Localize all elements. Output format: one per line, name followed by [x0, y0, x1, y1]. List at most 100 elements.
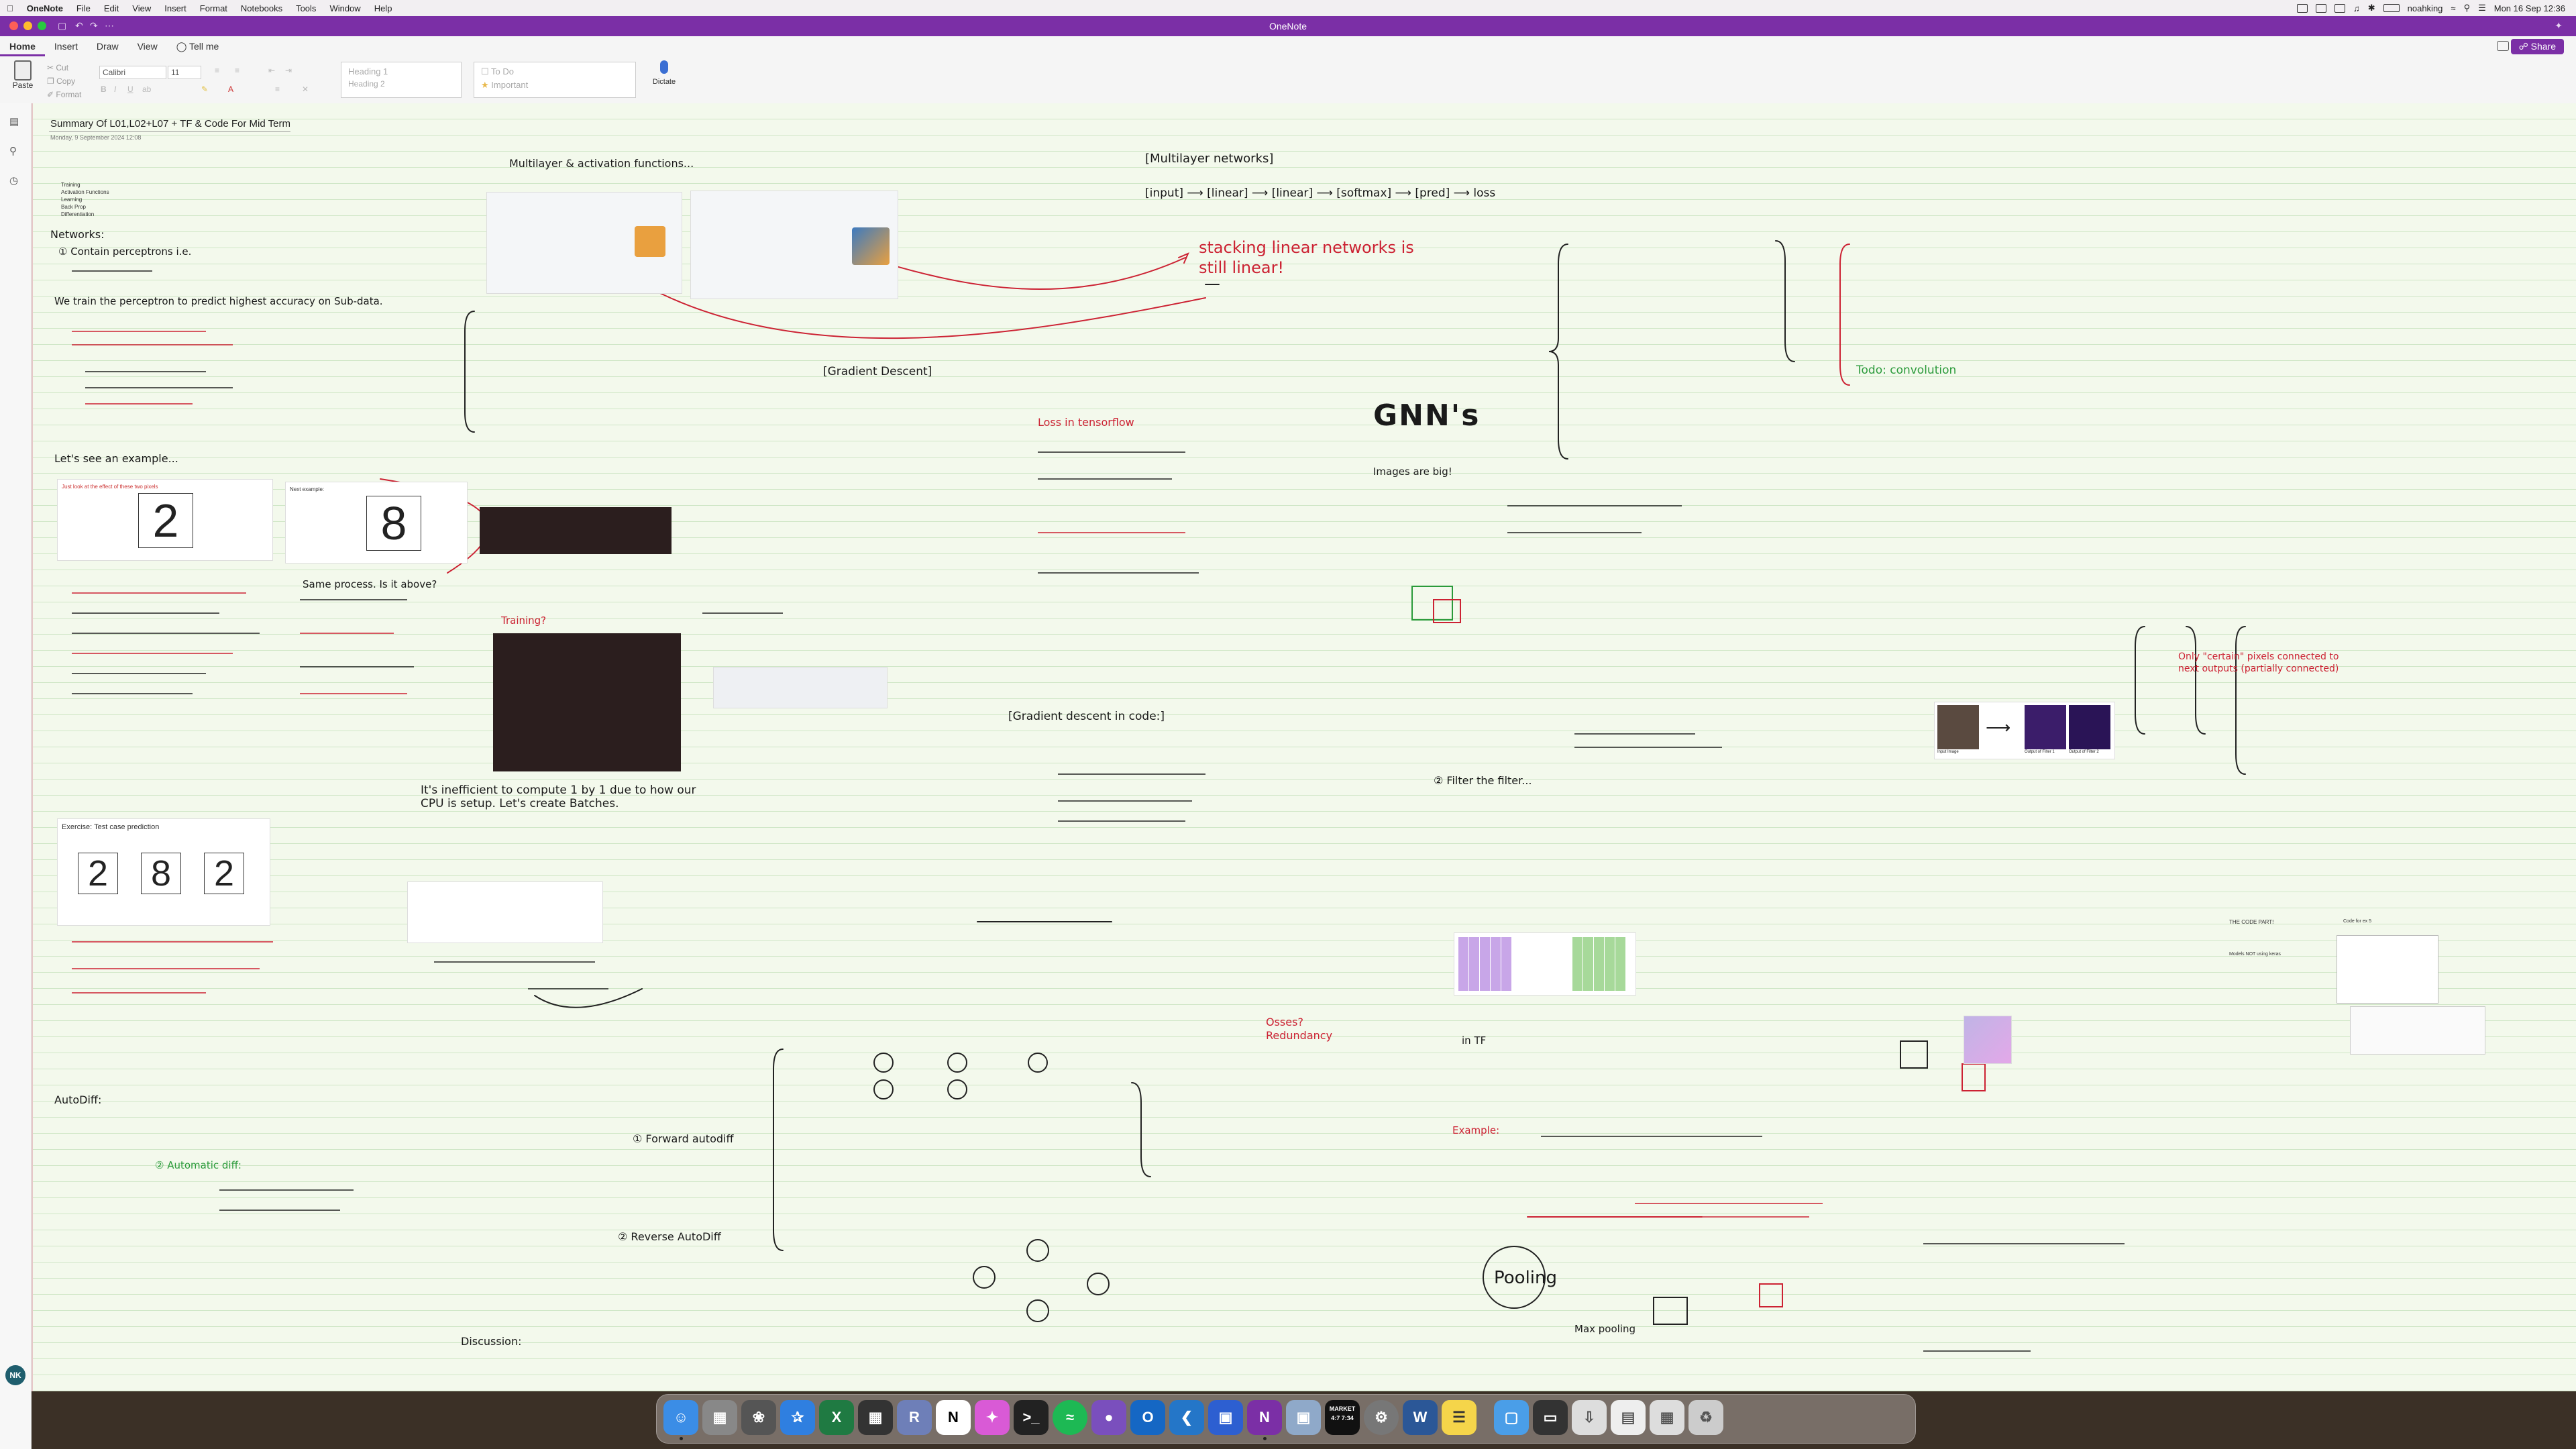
copy-button[interactable]: ❐ Copy	[47, 76, 75, 86]
tab-draw[interactable]: Draw	[87, 36, 128, 56]
user-name[interactable]: noahking	[2408, 3, 2443, 13]
menu-view[interactable]: View	[125, 3, 158, 13]
menu-notebooks[interactable]: Notebooks	[234, 3, 289, 13]
tab-view[interactable]: View	[128, 36, 167, 56]
status-icon-3[interactable]	[2334, 3, 2345, 13]
dock-rider[interactable]: R	[897, 1400, 932, 1435]
dock-github[interactable]: ●	[1091, 1400, 1126, 1435]
dock-vscode[interactable]: ❮	[1169, 1400, 1204, 1435]
cut-button[interactable]: ✂ Cut	[47, 63, 68, 72]
font-name-select[interactable]: Calibri	[99, 66, 166, 79]
battery-icon[interactable]	[2383, 4, 2400, 12]
dock-notes[interactable]: ☰	[1442, 1400, 1477, 1435]
exercise-image-card[interactable]: Exercise: Test case prediction 2 8 2	[57, 818, 270, 926]
indent-icon[interactable]: ⇥	[285, 66, 292, 75]
italic-button[interactable]: I	[114, 85, 116, 94]
dock-grid[interactable]: ▦	[858, 1400, 893, 1435]
outdent-icon[interactable]: ⇤	[268, 66, 275, 75]
control-center-icon[interactable]: ☰	[2478, 3, 2486, 13]
dock-craft[interactable]: ✦	[975, 1400, 1010, 1435]
code-notes-section[interactable]: THE CODE PART! Models NOT using keras Co…	[2229, 919, 2551, 1281]
dock-excel[interactable]: X	[819, 1400, 854, 1435]
filter-diagram[interactable]	[1964, 1016, 2012, 1064]
tag-important[interactable]: ★ Important	[474, 80, 635, 91]
comments-icon[interactable]	[2497, 41, 2509, 51]
style-heading1[interactable]: Heading 1	[341, 66, 461, 76]
bluetooth-icon[interactable]: ✱	[2368, 3, 2375, 13]
terminal-screenshot[interactable]	[480, 507, 672, 554]
recent-icon[interactable]: ◷	[9, 174, 20, 186]
font-size-select[interactable]: 11	[168, 66, 201, 79]
menubar-clock[interactable]: Mon 16 Sep 12:36	[2494, 3, 2565, 13]
underline-button[interactable]: U	[127, 85, 133, 94]
tags-gallery[interactable]: ☐ To Do ★ Important	[474, 62, 636, 98]
code-screenshot[interactable]	[713, 667, 888, 708]
assistant-icon[interactable]: ✦	[2555, 20, 2563, 32]
apple-menu-icon[interactable]: 	[0, 3, 20, 13]
tab-home[interactable]: Home	[0, 36, 45, 56]
bold-button[interactable]: B	[101, 85, 107, 94]
tell-me-search[interactable]: ◯ Tell me	[167, 36, 229, 56]
headphones-icon[interactable]: ♫	[2353, 3, 2360, 13]
dock-docs[interactable]: ▤	[1611, 1400, 1646, 1435]
dock-launchpad[interactable]: ▦	[702, 1400, 737, 1435]
search-pages-icon[interactable]: ⚲	[9, 145, 20, 157]
playground-screenshot[interactable]	[690, 191, 898, 299]
dock-chatgpt[interactable]: ❀	[741, 1400, 776, 1435]
menu-insert[interactable]: Insert	[158, 3, 193, 13]
dock-files[interactable]: ▢	[1494, 1400, 1529, 1435]
dock-spotify[interactable]: ≈	[1053, 1400, 1087, 1435]
font-color-icon[interactable]: A	[228, 85, 233, 94]
share-button[interactable]: ☍ Share	[2510, 39, 2564, 54]
dock-safari[interactable]: ✰	[780, 1400, 815, 1435]
dock-preview[interactable]: ▣	[1286, 1400, 1321, 1435]
dock-settings[interactable]: ⚙	[1364, 1400, 1399, 1435]
menu-format[interactable]: Format	[193, 3, 234, 13]
example-image-card[interactable]: Just look at the effect of these two pix…	[57, 479, 273, 561]
dictate-button[interactable]: Dictate	[649, 60, 679, 86]
playground-screenshot[interactable]	[486, 192, 682, 294]
tab-insert[interactable]: Insert	[45, 36, 87, 56]
dock-finder[interactable]: ☺	[663, 1400, 698, 1435]
menu-edit[interactable]: Edit	[97, 3, 125, 13]
status-icon-2[interactable]	[2315, 3, 2326, 13]
avatar[interactable]: NK	[5, 1365, 25, 1385]
clear-format-icon[interactable]: ✕	[302, 85, 309, 94]
paste-button[interactable]: Paste	[9, 60, 36, 90]
status-icon-1[interactable]	[2296, 3, 2308, 13]
menu-help[interactable]: Help	[368, 3, 399, 13]
dock-outlook[interactable]: O	[1130, 1400, 1165, 1435]
align-icon[interactable]: ≡	[275, 85, 280, 94]
stride-diagram[interactable]	[1454, 932, 1636, 996]
dock-bitwarden[interactable]: ▣	[1208, 1400, 1243, 1435]
terminal-screenshot[interactable]	[493, 633, 681, 771]
dock-downloads[interactable]: ⇩	[1572, 1400, 1607, 1435]
format-painter-button[interactable]: ✐ Format	[47, 90, 81, 99]
dock-trash[interactable]: ♻	[1688, 1400, 1723, 1435]
bullets-icon[interactable]: ≡	[215, 66, 219, 75]
dock-screen[interactable]: ▭	[1533, 1400, 1568, 1435]
menu-file[interactable]: File	[70, 3, 97, 13]
notebooks-icon[interactable]: ▤	[9, 115, 20, 127]
dock-onenote[interactable]: N	[1247, 1400, 1282, 1435]
menu-window[interactable]: Window	[323, 3, 367, 13]
dock-window[interactable]: ▦	[1650, 1400, 1684, 1435]
table-screenshot[interactable]	[407, 881, 603, 943]
highlight-icon[interactable]: ✎	[201, 85, 208, 94]
strikethrough-button[interactable]: ab	[142, 85, 151, 94]
wifi-icon[interactable]: ≈	[2451, 3, 2455, 13]
style-heading2[interactable]: Heading 2	[341, 79, 461, 89]
dock-clock-widget[interactable]: MARKET 4:7 7:34	[1325, 1400, 1360, 1435]
dock-word[interactable]: W	[1403, 1400, 1438, 1435]
conv-output-card[interactable]: ⟶ Input Image Output of Filter 1 Output …	[1934, 702, 2115, 759]
note-page-canvas[interactable]: Summary Of L01,L02+L07 + TF & Code For M…	[32, 103, 2576, 1391]
search-icon[interactable]: ⚲	[2464, 3, 2471, 13]
example-image-card[interactable]: Next example: 8	[285, 482, 468, 564]
styles-gallery[interactable]: Heading 1 Heading 2	[341, 62, 462, 98]
numbering-icon[interactable]: ≡	[235, 66, 239, 75]
tag-todo[interactable]: ☐ To Do	[474, 66, 635, 77]
dock-terminal[interactable]: >_	[1014, 1400, 1049, 1435]
menu-tools[interactable]: Tools	[289, 3, 323, 13]
menu-app-name[interactable]: OneNote	[20, 3, 70, 13]
dock-notion[interactable]: N	[936, 1400, 971, 1435]
